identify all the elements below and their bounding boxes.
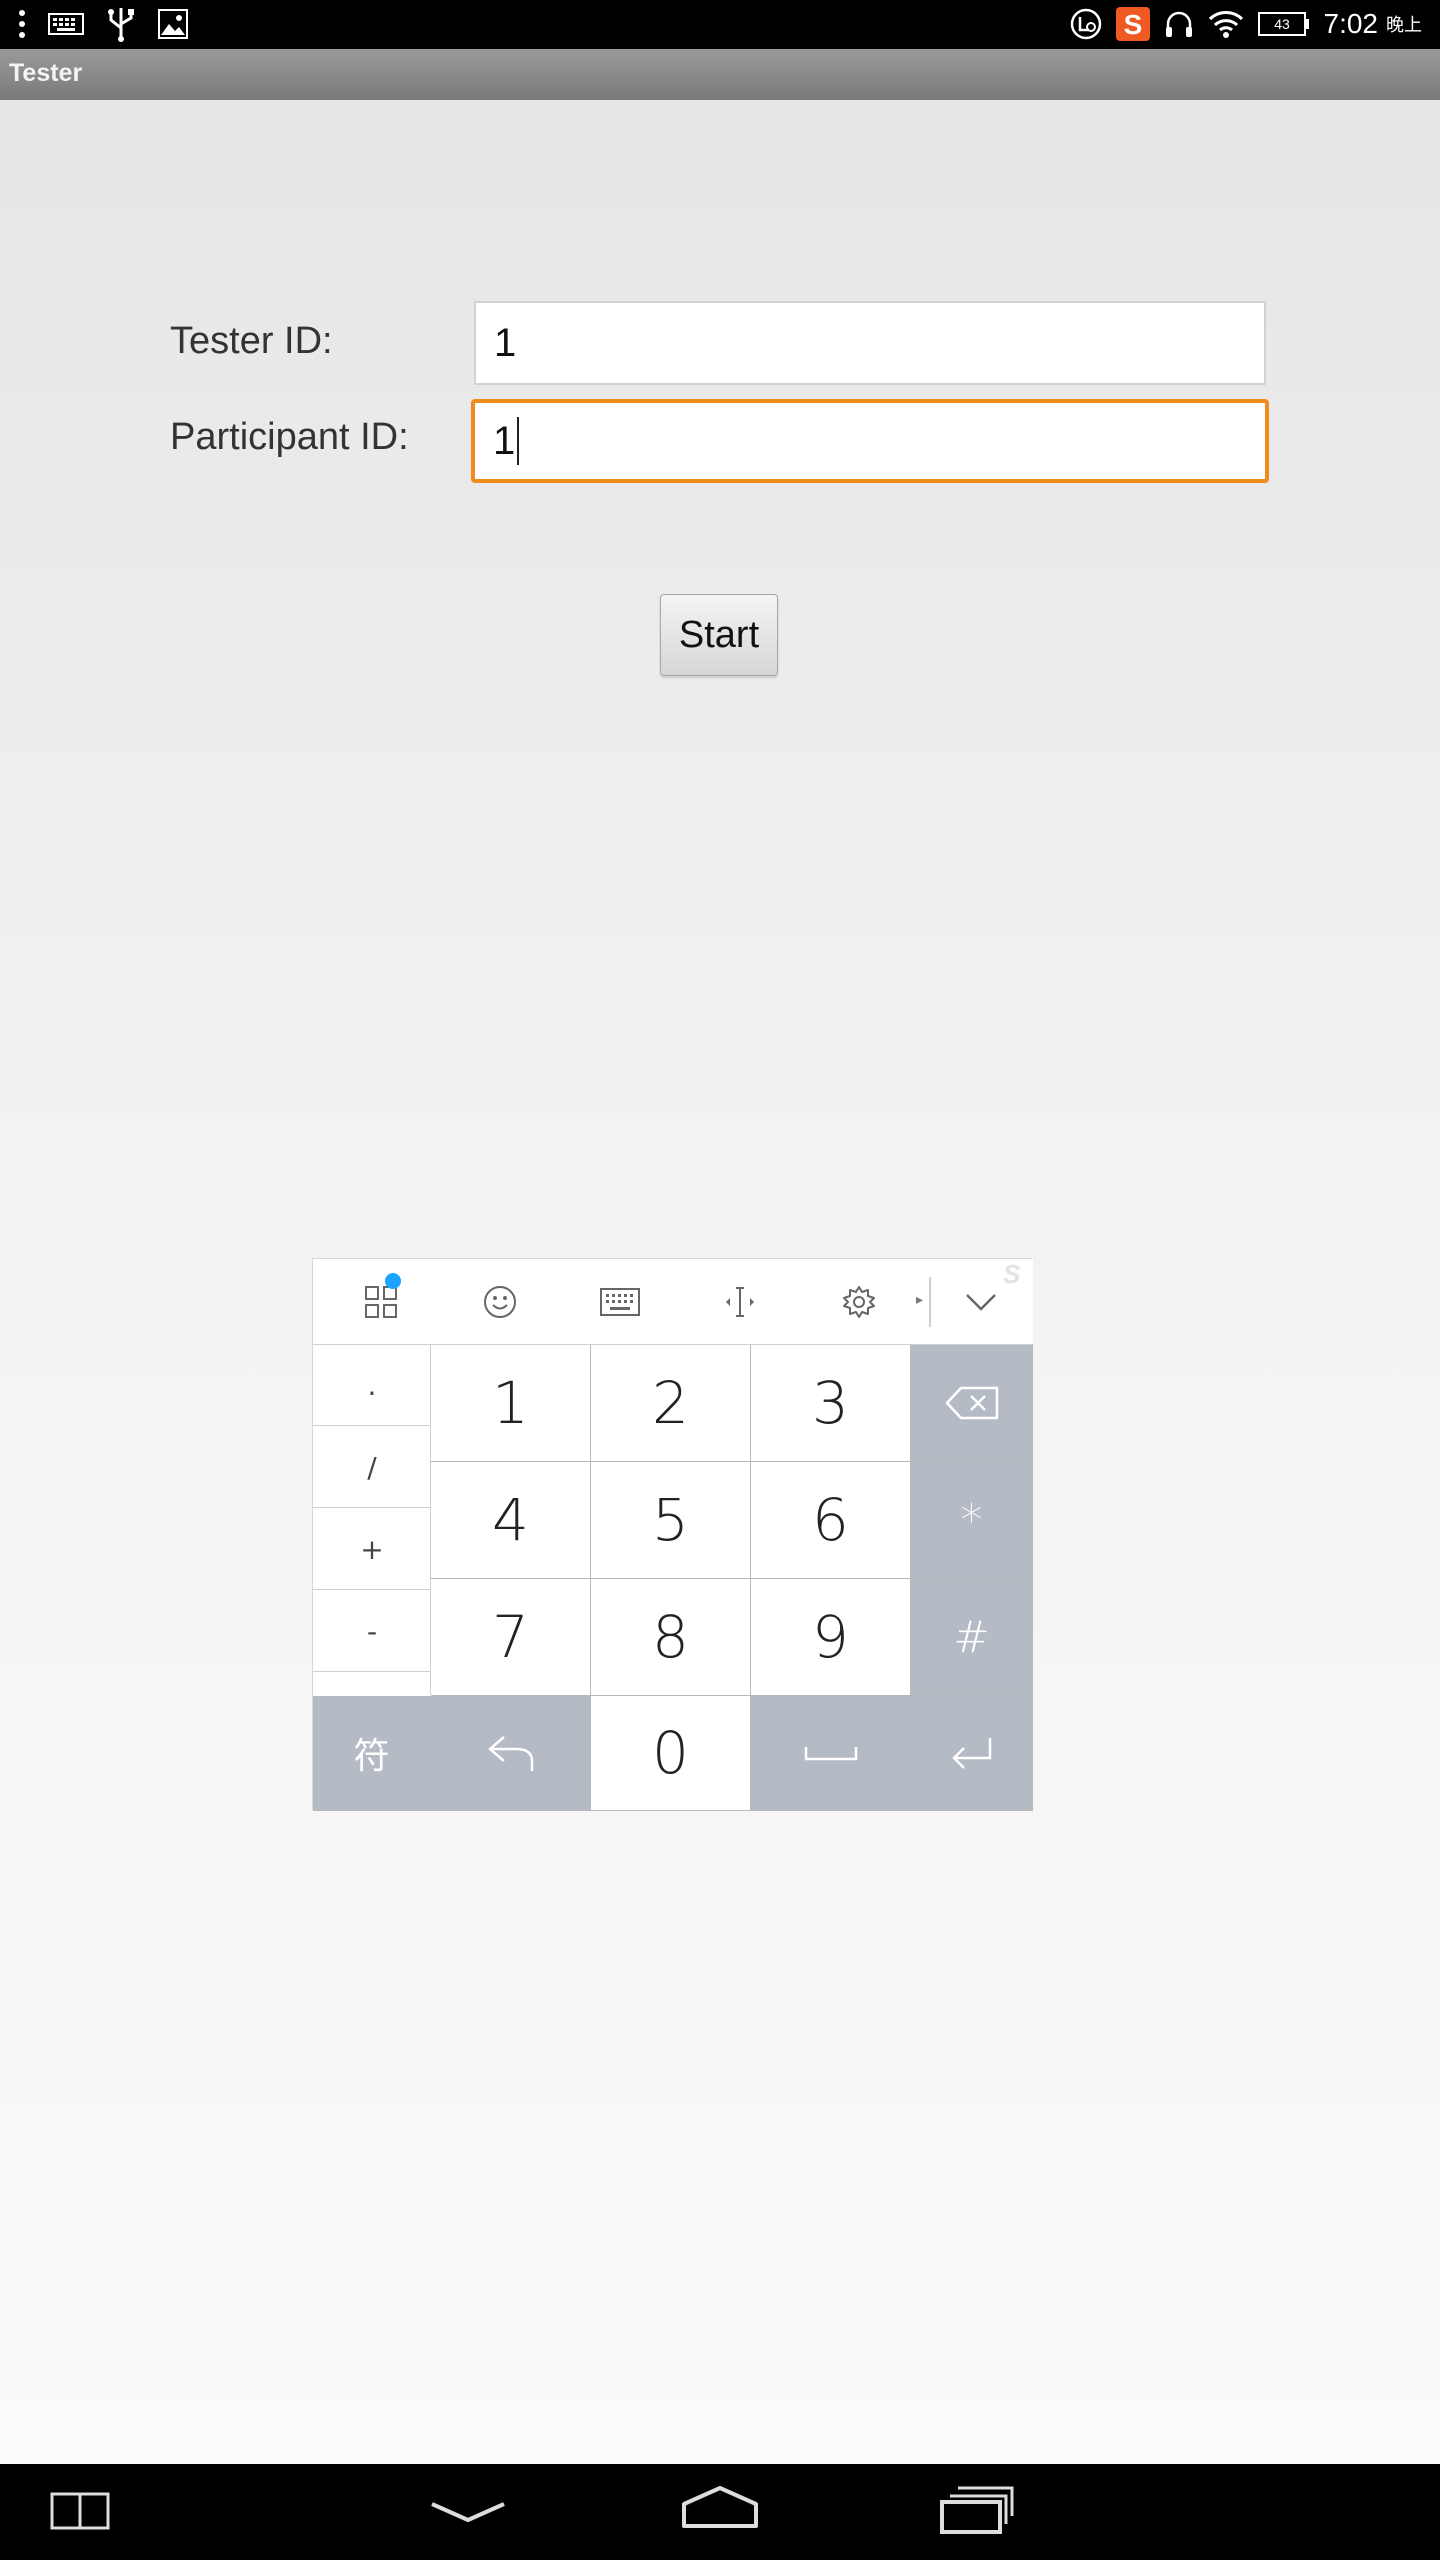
key-3[interactable]: 3 xyxy=(751,1345,911,1462)
tester-id-field[interactable]: 1 xyxy=(474,301,1266,385)
enter-icon xyxy=(951,1738,991,1769)
backspace-key[interactable] xyxy=(911,1345,1033,1462)
battery-level: 43 xyxy=(1274,16,1290,32)
emoji-icon[interactable] xyxy=(475,1277,525,1327)
key-8[interactable]: 8 xyxy=(591,1579,751,1696)
app-title: Tester xyxy=(9,59,83,87)
start-button[interactable]: Start xyxy=(660,594,778,676)
key-5[interactable]: 5 xyxy=(591,1462,751,1579)
keyboard-icon[interactable] xyxy=(595,1277,645,1327)
enter-key[interactable] xyxy=(911,1696,1033,1811)
headset-icon xyxy=(1164,6,1194,42)
usb-icon xyxy=(106,6,136,42)
cursor-move-icon[interactable] xyxy=(715,1277,765,1327)
clock-ampm: 晚上 xyxy=(1386,15,1422,36)
recent-apps-icon[interactable] xyxy=(940,2484,1014,2538)
sogou-icon: S xyxy=(1115,6,1150,42)
navigation-bar xyxy=(0,2464,1440,2560)
keyboard-icon xyxy=(48,6,84,42)
backspace-icon xyxy=(945,1386,998,1420)
symbol-column: . / + - xyxy=(313,1345,431,1695)
participant-id-value: 1 xyxy=(493,418,516,463)
numeric-keyboard: ▸ S . / + - 1 2 3 4 5 6 * 7 8 9 # 符 0 xyxy=(312,1258,1033,1811)
key-7[interactable]: 7 xyxy=(431,1579,591,1696)
space-icon xyxy=(804,1747,857,1761)
battery-icon: 43 xyxy=(1257,6,1310,42)
participant-id-field[interactable]: 1 xyxy=(471,399,1269,483)
notification-dot xyxy=(385,1273,401,1289)
more-arrow-icon: ▸ xyxy=(916,1292,924,1308)
text-caret xyxy=(517,417,520,465)
wifi-icon xyxy=(1208,6,1244,42)
key-9[interactable]: 9 xyxy=(751,1579,911,1696)
sogou-logo: S xyxy=(1003,1259,1021,1289)
symbol-key-plus[interactable]: + xyxy=(313,1509,431,1590)
symbol-key-minus[interactable]: - xyxy=(313,1591,431,1672)
participant-id-label: Participant ID: xyxy=(170,416,409,458)
key-1[interactable]: 1 xyxy=(431,1345,591,1462)
undo-icon xyxy=(488,1736,533,1771)
image-icon xyxy=(158,6,188,42)
tester-id-value: 1 xyxy=(494,320,517,365)
back-icon[interactable] xyxy=(428,2494,508,2538)
tester-id-label: Tester ID: xyxy=(170,320,333,362)
svg-text:S: S xyxy=(1123,9,1142,40)
key-4[interactable]: 4 xyxy=(431,1462,591,1579)
collapse-chevron-icon[interactable] xyxy=(956,1277,1006,1327)
key-2[interactable]: 2 xyxy=(591,1345,751,1462)
symbols-switch-key[interactable]: 符 xyxy=(313,1696,431,1811)
keyboard-toolbar: ▸ S xyxy=(313,1259,1033,1345)
undo-key[interactable] xyxy=(431,1696,591,1811)
status-bar: S 43 7:02 晚上 xyxy=(0,0,1440,49)
star-key[interactable]: * xyxy=(911,1462,1033,1579)
key-6[interactable]: 6 xyxy=(751,1462,911,1579)
space-key[interactable] xyxy=(751,1696,911,1811)
more-icon xyxy=(18,6,26,42)
key-0[interactable]: 0 xyxy=(591,1696,751,1811)
symbol-key-dot[interactable]: . xyxy=(313,1345,431,1426)
home-icon[interactable] xyxy=(680,2484,760,2538)
sync-icon xyxy=(1070,6,1102,42)
split-screen-icon[interactable] xyxy=(50,2490,110,2538)
hash-key[interactable]: # xyxy=(911,1579,1033,1696)
symbol-key-slash[interactable]: / xyxy=(313,1427,431,1508)
title-bar: Tester xyxy=(0,49,1440,100)
settings-icon[interactable] xyxy=(834,1277,884,1327)
clock-time: 7:02 xyxy=(1323,8,1379,39)
toolbar-divider xyxy=(929,1277,931,1327)
